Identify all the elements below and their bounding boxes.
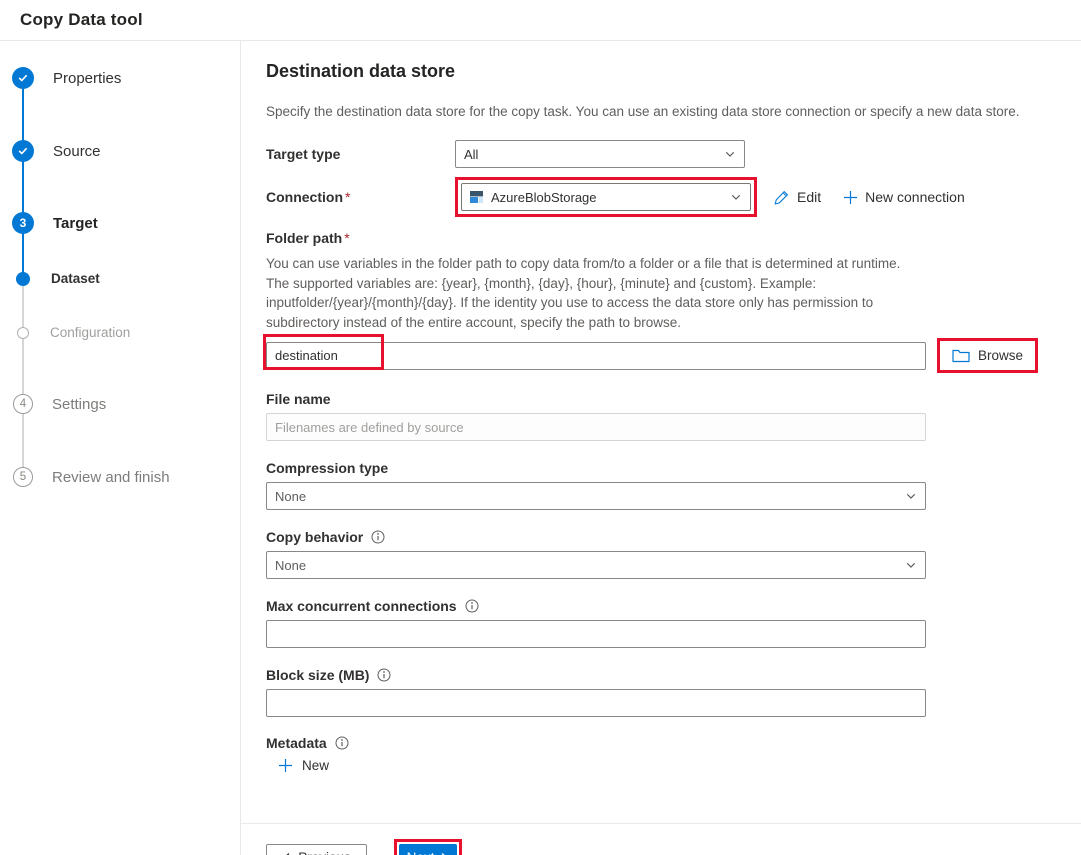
new-connection-link-label: New connection: [865, 189, 965, 205]
edit-link-label: Edit: [797, 189, 822, 205]
plus-icon: [278, 758, 293, 773]
info-icon[interactable]: [371, 530, 385, 544]
sidebar-step-configuration[interactable]: Configuration: [0, 325, 130, 340]
previous-button[interactable]: Previous: [266, 844, 367, 855]
substep-active-dot: [16, 271, 30, 286]
target-type-dropdown[interactable]: All: [455, 140, 745, 168]
required-asterisk: *: [344, 230, 350, 246]
copy-behavior-dropdown[interactable]: None: [266, 551, 926, 579]
chevron-down-icon: [905, 559, 917, 571]
chevron-down-icon: [724, 148, 736, 160]
info-icon[interactable]: [465, 599, 479, 613]
copy-behavior-label: Copy behavior: [266, 529, 364, 545]
folder-icon: [952, 348, 970, 363]
metadata-label: Metadata: [266, 735, 327, 751]
metadata-new-label: New: [302, 758, 330, 773]
connection-dropdown[interactable]: AzureBlobStorage: [461, 183, 751, 211]
max-concurrent-connections-input[interactable]: [266, 620, 926, 648]
sidebar-step-target[interactable]: 3 Target: [0, 212, 98, 234]
step-complete-check-icon: [12, 67, 34, 89]
browse-button-label: Browse: [978, 348, 1024, 363]
page-description: Specify the destination data store for t…: [266, 104, 1020, 119]
folder-path-help-text: You can use variables in the folder path…: [266, 256, 901, 330]
page-title: Destination data store: [266, 61, 456, 81]
pencil-icon: [773, 189, 790, 206]
next-button-label: Next: [407, 850, 435, 855]
folder-path-label: Folder path *: [266, 230, 350, 246]
sidebar-step-review-and-finish[interactable]: 5 Review and finish: [0, 467, 170, 487]
sidebar-step-dataset[interactable]: Dataset: [0, 271, 100, 286]
app-title: Copy Data tool: [20, 10, 143, 29]
block-size-input[interactable]: [266, 689, 926, 717]
block-size-label: Block size (MB): [266, 667, 370, 683]
annotation-box-next: Next: [394, 839, 462, 855]
step-label: Settings: [52, 395, 107, 413]
compression-type-dropdown[interactable]: None: [266, 482, 926, 510]
required-asterisk: *: [345, 189, 351, 205]
step-connector-completed: [22, 78, 24, 278]
info-icon[interactable]: [335, 736, 349, 750]
plus-icon: [843, 190, 858, 205]
connection-label: Connection *: [266, 189, 351, 205]
step-number-badge: 4: [13, 394, 33, 414]
step-number-badge: 3: [12, 212, 34, 234]
step-label: Target: [53, 214, 98, 232]
step-label: Dataset: [51, 271, 100, 286]
previous-button-label: Previous: [298, 850, 351, 855]
step-label: Review and finish: [52, 468, 170, 486]
sidebar-step-source[interactable]: Source: [0, 140, 101, 162]
step-number-badge: 5: [13, 467, 33, 487]
destination-data-store-panel: Destination data store Specify the desti…: [241, 41, 1081, 855]
azure-blob-storage-icon: [470, 191, 483, 203]
copy-behavior-value: None: [275, 557, 307, 573]
connection-value: AzureBlobStorage: [491, 189, 597, 205]
next-button[interactable]: Next: [399, 844, 457, 855]
browse-button[interactable]: Browse: [937, 338, 1039, 373]
footer-divider: [241, 823, 1081, 824]
chevron-down-icon: [905, 490, 917, 502]
sidebar-step-properties[interactable]: Properties: [0, 67, 121, 89]
step-label: Configuration: [50, 325, 131, 340]
file-name-input: [266, 413, 926, 441]
step-label: Properties: [53, 69, 122, 87]
chevron-down-icon: [730, 191, 742, 203]
step-connector-pending: [22, 278, 24, 478]
new-connection-link[interactable]: New connection: [843, 189, 965, 205]
chevron-right-icon: [440, 852, 449, 855]
target-type-value: All: [464, 146, 479, 162]
target-type-label: Target type: [266, 146, 341, 162]
edit-connection-link[interactable]: Edit: [773, 189, 821, 206]
folder-path-input[interactable]: [266, 341, 926, 370]
substep-pending-dot: [17, 326, 29, 339]
wizard-steps-sidebar: Properties Source 3 Target Dataset Confi…: [0, 41, 241, 855]
step-label: Source: [53, 142, 101, 160]
file-name-label: File name: [266, 391, 331, 407]
max-concurrent-connections-label: Max concurrent connections: [266, 598, 457, 614]
annotation-box-connection: AzureBlobStorage: [455, 177, 757, 217]
step-complete-check-icon: [12, 140, 34, 162]
compression-type-label: Compression type: [266, 460, 389, 476]
metadata-new-link[interactable]: New: [278, 758, 348, 773]
info-icon[interactable]: [377, 668, 391, 682]
sidebar-step-settings[interactable]: 4 Settings: [0, 394, 106, 414]
compression-type-value: None: [275, 488, 307, 504]
chevron-left-icon: [282, 852, 291, 855]
app-header: Copy Data tool: [0, 0, 1081, 41]
